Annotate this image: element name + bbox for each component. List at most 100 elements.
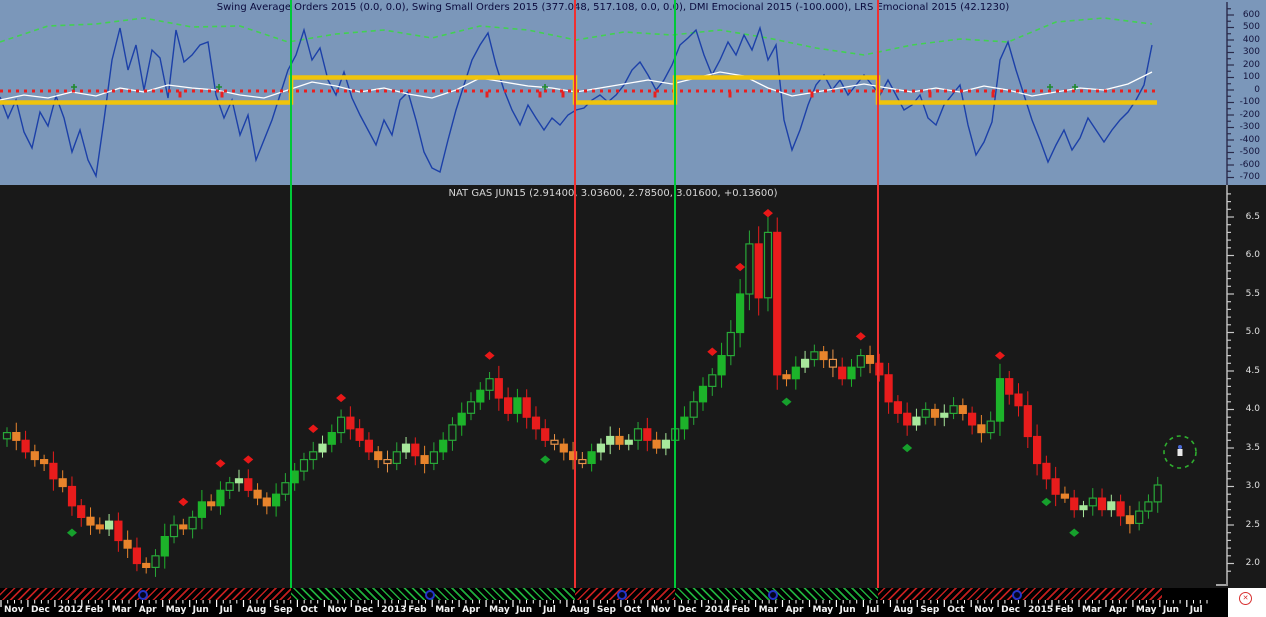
buy-plus-marker <box>216 84 222 90</box>
x-axis-label: Jun <box>516 605 532 615</box>
candle-body <box>338 417 345 432</box>
candle-body <box>978 425 985 433</box>
candle-body <box>505 398 512 413</box>
candle-body <box>894 402 901 414</box>
x-axis-label: Dec <box>354 605 373 615</box>
x-axis-label: Aug <box>247 605 267 615</box>
x-axis-label: Feb <box>732 605 750 615</box>
candle-body <box>412 444 419 456</box>
candle-body <box>13 433 20 441</box>
candle-body <box>458 413 465 425</box>
buy-plus-marker <box>542 84 548 90</box>
x-axis-label: Jul <box>543 605 556 615</box>
candle-body <box>802 359 809 367</box>
candle-body <box>1089 498 1096 506</box>
sell-tick-marker <box>811 92 814 98</box>
candle-body <box>236 479 243 483</box>
candle-body <box>403 444 410 452</box>
x-axis-label: Nov <box>974 605 994 615</box>
candle-body <box>106 521 113 529</box>
candle-body <box>1136 511 1143 523</box>
x-axis-label: Jun <box>1163 605 1179 615</box>
candle-body <box>514 398 521 413</box>
candle-body <box>867 356 874 364</box>
sell-tick-marker <box>992 92 995 98</box>
x-axis-label: Sep <box>597 605 616 615</box>
candle-body <box>848 367 855 379</box>
x-axis-label: Oct <box>300 605 317 615</box>
candle-body <box>913 417 920 425</box>
candle-body <box>969 413 976 425</box>
x-axis-label: Feb <box>85 605 103 615</box>
sell-tick-marker <box>729 92 732 98</box>
swing-diamond-marker <box>336 394 346 402</box>
candle-body <box>551 440 558 444</box>
x-axis-label: Jun <box>193 605 209 615</box>
price-chart-canvas[interactable] <box>0 185 1226 588</box>
x-axis-label: Jun <box>839 605 855 615</box>
candle-body <box>217 490 224 505</box>
x-axis-label: Oct <box>624 605 641 615</box>
candle-body <box>273 494 280 506</box>
x-axis-label: Aug <box>570 605 590 615</box>
candle-body <box>1043 463 1050 478</box>
time-axis[interactable]: NovDec2012FebMarAprMayJunJulAugSepOctNov… <box>0 588 1228 617</box>
candle-body <box>133 548 140 563</box>
candle-body <box>700 386 707 401</box>
candle-body <box>1034 437 1041 464</box>
candle-body <box>226 483 233 491</box>
moon-phase-ring-icon <box>1012 590 1022 600</box>
x-axis-label: Apr <box>786 605 804 615</box>
candle-body <box>1024 406 1031 437</box>
candle-body <box>115 521 122 540</box>
x-axis-label: Feb <box>408 605 426 615</box>
y-axis-scale[interactable] <box>1226 0 1266 588</box>
candle-body <box>449 425 456 440</box>
x-axis-label: Mar <box>112 605 131 615</box>
x-axis-label: Oct <box>947 605 964 615</box>
candle-body <box>792 367 799 379</box>
candle-body <box>523 398 530 417</box>
x-axis-label: May <box>1136 605 1157 615</box>
moon-phase-ring-icon <box>138 590 148 600</box>
swing-diamond-marker <box>308 425 318 433</box>
x-axis-label: 2013 <box>381 605 406 615</box>
price-panel[interactable]: NAT GAS JUN15 (2.91400, 3.03600, 2.78500… <box>0 185 1266 588</box>
x-axis-label: Mar <box>1082 605 1101 615</box>
candle-body <box>495 379 502 398</box>
x-axis-label: Dec <box>31 605 50 615</box>
moon-phase-ring-icon <box>617 590 627 600</box>
sell-tick-marker <box>562 92 565 98</box>
position-figure-body <box>1178 449 1183 456</box>
candle-body <box>635 429 642 441</box>
swing-diamond-marker <box>540 455 550 463</box>
x-axis-label: Jul <box>220 605 233 615</box>
x-axis-label: 2015 <box>1028 605 1053 615</box>
sell-tick-marker <box>539 92 542 98</box>
x-axis-label: Apr <box>1109 605 1127 615</box>
candle-body <box>477 390 484 402</box>
candle-body <box>171 525 178 537</box>
candle-body <box>857 356 864 368</box>
candle-body <box>69 487 76 506</box>
candle-body <box>1126 516 1133 524</box>
candle-body <box>904 413 911 425</box>
candle-body <box>616 437 623 445</box>
candle-body <box>291 471 298 483</box>
indicator-chart-canvas[interactable] <box>0 0 1226 185</box>
candle-body <box>365 440 372 452</box>
candle-body <box>829 359 836 367</box>
sell-tick-marker <box>929 92 932 98</box>
candle-body <box>347 417 354 429</box>
candle-body <box>59 479 66 487</box>
x-axis-label: Jul <box>1190 605 1203 615</box>
clock-status-icon[interactable]: ✕ <box>1239 592 1252 605</box>
candle-body <box>152 556 159 568</box>
candle-body <box>22 440 29 452</box>
candle-body <box>161 537 168 556</box>
candle-body <box>783 375 790 379</box>
x-axis-label: 2014 <box>705 605 730 615</box>
candle-body <box>885 375 892 402</box>
candle-body <box>1154 485 1161 502</box>
indicator-panel[interactable]: Swing Average Orders 2015 (0.0, 0.0), Sw… <box>0 0 1266 185</box>
